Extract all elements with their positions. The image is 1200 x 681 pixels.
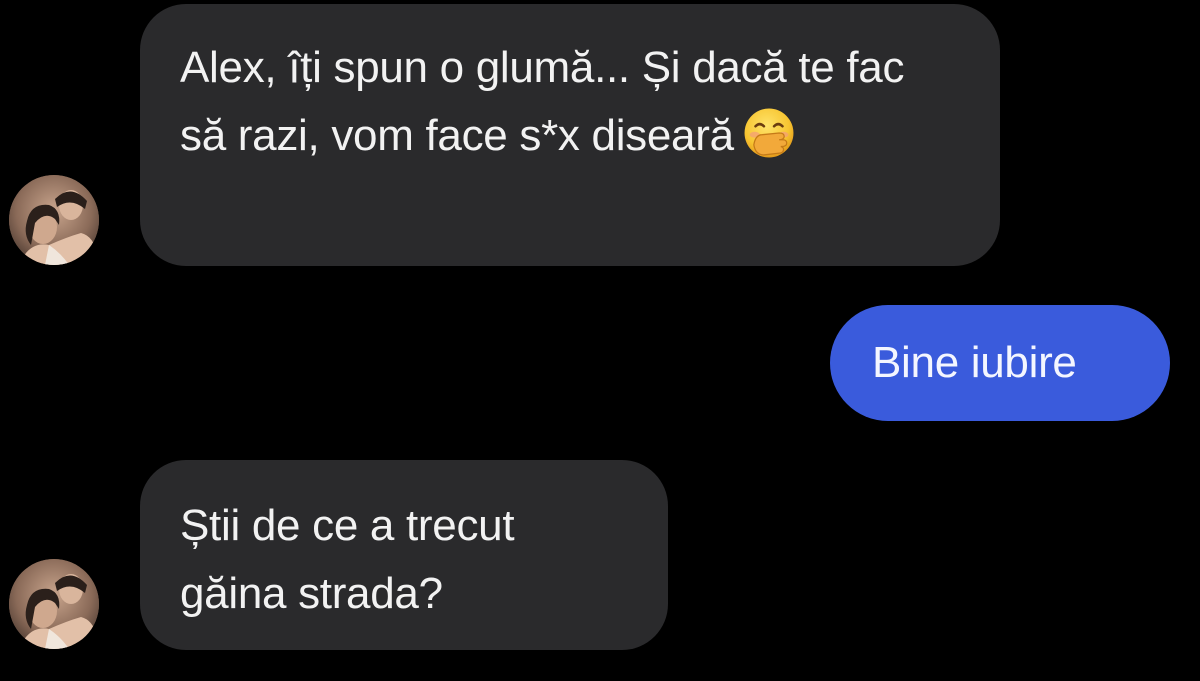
incoming-message[interactable]: Alex, îți spun o glumă... Și dacă te fac…	[140, 4, 1000, 266]
message-text: Bine iubire	[872, 338, 1077, 387]
contact-avatar[interactable]	[9, 175, 99, 265]
incoming-message[interactable]: Știi de ce a trecut găina strada?	[140, 460, 668, 650]
avatar-photo-icon	[9, 175, 99, 265]
face-with-hand-over-mouth-icon	[744, 108, 794, 158]
avatar-photo-icon	[9, 559, 99, 649]
chat-thread: Alex, îți spun o glumă... Și dacă te fac…	[0, 0, 1200, 681]
message-text: Știi de ce a trecut găina strada?	[180, 501, 515, 618]
outgoing-message[interactable]: Bine iubire	[830, 305, 1170, 421]
contact-avatar[interactable]	[9, 559, 99, 649]
